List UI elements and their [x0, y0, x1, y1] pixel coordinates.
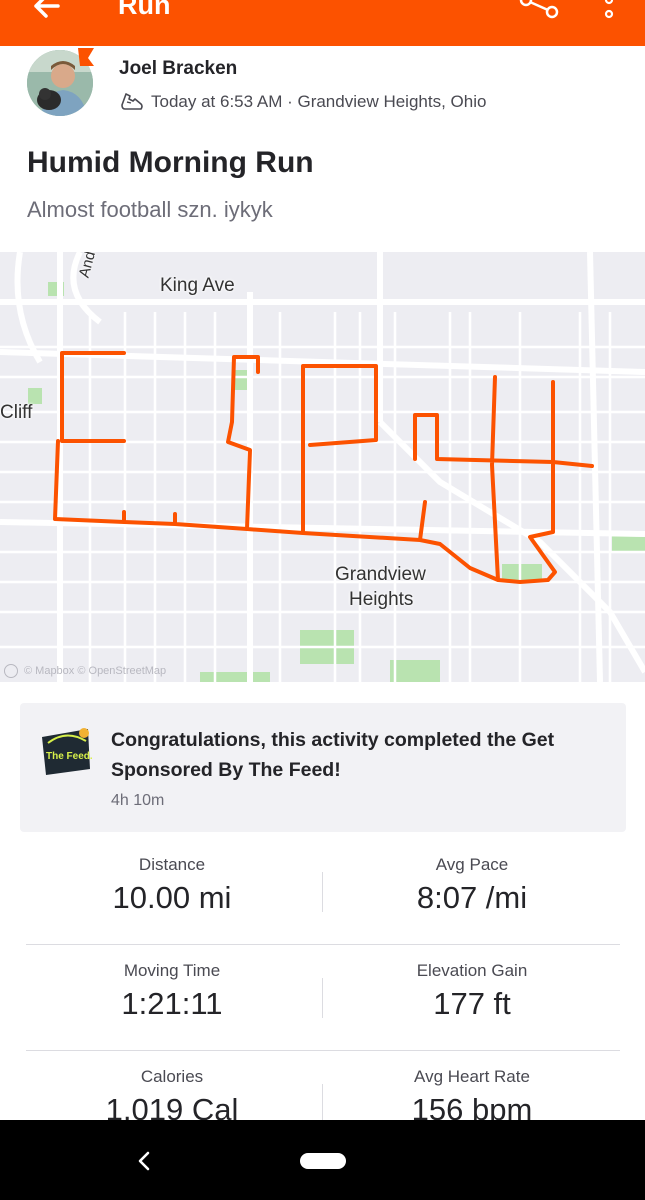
park: [200, 672, 270, 682]
activity-title: Humid Morning Run: [27, 146, 314, 179]
app-bar: Run: [0, 0, 645, 46]
map-label-king-ave: King Ave: [160, 275, 235, 296]
stat-label-avg-pace: Avg Pace: [435, 855, 509, 874]
athlete-name[interactable]: Joel Bracken: [119, 58, 237, 80]
route-map[interactable]: King Ave Cliff Grandview Heights And: [0, 252, 645, 682]
challenge-time: 4h 10m: [111, 792, 165, 809]
system-nav-bar: [0, 1120, 645, 1200]
stat-label-avg-heart-rate: Avg Heart Rate: [414, 1067, 530, 1086]
divider: [322, 978, 323, 1018]
mapbox-logo-icon: [4, 664, 18, 678]
map-attribution-text: © Mapbox © OpenStreetMap: [24, 665, 167, 677]
park: [390, 660, 440, 682]
divider: [322, 872, 323, 912]
stat-value-elevation-gain: 177 ft: [433, 986, 511, 1021]
stat-label-calories: Calories: [140, 1067, 204, 1086]
stat-label-distance: Distance: [138, 855, 206, 874]
share-icon[interactable]: [518, 0, 562, 24]
more-vertical-icon[interactable]: [598, 0, 620, 24]
map-label-grandview: Grandview: [335, 564, 426, 585]
stat-label-elevation-gain: Elevation Gain: [416, 961, 528, 980]
activity-description: Almost football szn. iykyk: [27, 197, 273, 222]
challenge-logo-text: The Feed.: [46, 751, 92, 762]
activity-meta-text: Today at 6:53 AM · Grandview Heights, Oh…: [151, 92, 487, 111]
home-pill-icon[interactable]: [300, 1153, 346, 1169]
stat-value-distance: 10.00 mi: [112, 880, 232, 915]
challenge-card[interactable]: The Feed. Congratulations, this activity…: [20, 703, 626, 832]
badge-corner-icon: [78, 48, 94, 66]
stat-value-moving-time: 1:21:11: [121, 986, 223, 1021]
stat-value-avg-pace: 8:07 /mi: [416, 880, 528, 915]
arrow-left-icon[interactable]: [28, 0, 68, 26]
map-label-heights: Heights: [349, 589, 414, 610]
chevron-left-icon[interactable]: [134, 1150, 154, 1172]
map-label-cliff: Cliff: [0, 402, 33, 423]
stat-label-moving-time: Moving Time: [123, 961, 221, 980]
divider: [26, 944, 620, 945]
divider: [26, 1050, 620, 1051]
divider: [322, 1084, 323, 1124]
shoe-icon: [121, 93, 143, 110]
map-base: [0, 252, 645, 682]
challenge-badge-icon: The Feed.: [42, 728, 92, 775]
map-attribution[interactable]: © Mapbox © OpenStreetMap: [4, 664, 166, 678]
activity-meta: Today at 6:53 AM · Grandview Heights, Oh…: [119, 90, 486, 114]
challenge-text: Congratulations, this activity completed…: [111, 729, 555, 781]
page-title: Run: [118, 0, 171, 20]
